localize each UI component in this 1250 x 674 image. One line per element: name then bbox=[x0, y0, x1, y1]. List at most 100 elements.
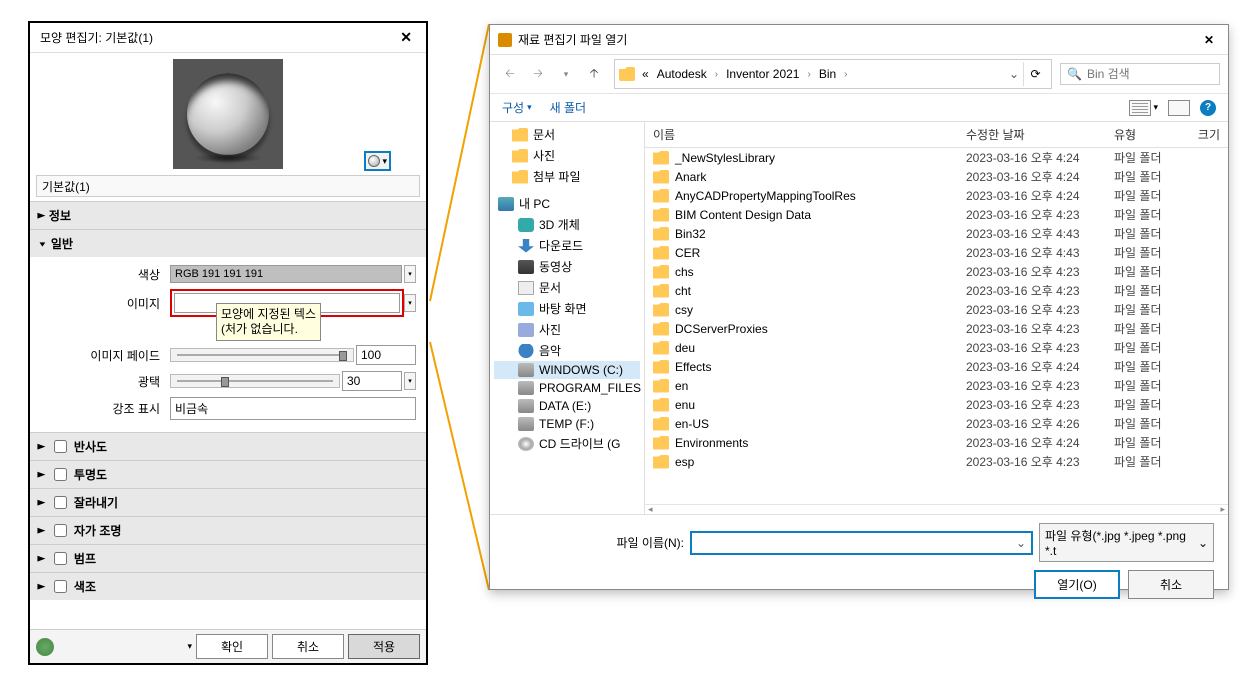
search-input[interactable] bbox=[1087, 67, 1213, 81]
nav-up[interactable]: 🡡 bbox=[582, 62, 606, 86]
tree-node[interactable]: 바탕 화면 bbox=[494, 298, 640, 319]
close-button[interactable]: ✕ bbox=[396, 29, 416, 46]
filename-label: 파일 이름(N): bbox=[504, 534, 684, 551]
section-selfillum[interactable]: ▶자가 조명 bbox=[30, 517, 426, 544]
dlg-cancel-button[interactable]: 취소 bbox=[1128, 570, 1214, 599]
address-bar[interactable]: « Autodesk› Inventor 2021› Bin› ⌄ ⟳ bbox=[614, 59, 1052, 89]
nav-back[interactable]: 🡠 bbox=[498, 62, 522, 86]
file-date: 2023-03-16 오후 4:23 bbox=[958, 206, 1106, 223]
tree-node[interactable]: TEMP (F:) bbox=[494, 415, 640, 433]
section-cutout[interactable]: ▶잘라내기 bbox=[30, 489, 426, 516]
color-swatch[interactable]: RGB 191 191 191 bbox=[170, 265, 402, 283]
filename-dropdown[interactable]: ⌄ bbox=[1010, 536, 1026, 550]
title: 모양 편집기: 기본값(1) bbox=[40, 29, 153, 46]
section-reflectivity[interactable]: ▶반사도 bbox=[30, 433, 426, 460]
tree-node[interactable]: WINDOWS (C:) bbox=[494, 361, 640, 379]
horizontal-scrollbar[interactable] bbox=[645, 504, 1228, 514]
section-info[interactable]: ▶정보 bbox=[30, 202, 426, 229]
file-list-body[interactable]: _NewStylesLibrary2023-03-16 오후 4:24파일 폴더… bbox=[645, 148, 1228, 504]
file-row[interactable]: Anark2023-03-16 오후 4:24파일 폴더 bbox=[645, 167, 1228, 186]
file-row[interactable]: Effects2023-03-16 오후 4:24파일 폴더 bbox=[645, 357, 1228, 376]
col-size[interactable]: 크기 bbox=[1186, 126, 1228, 143]
organize-button[interactable]: 구성▾ bbox=[502, 99, 532, 116]
file-row[interactable]: Bin322023-03-16 오후 4:43파일 폴더 bbox=[645, 224, 1228, 243]
search-box[interactable]: 🔍 bbox=[1060, 63, 1220, 85]
col-name[interactable]: 이름 bbox=[645, 126, 958, 143]
file-row[interactable]: en-US2023-03-16 오후 4:26파일 폴더 bbox=[645, 414, 1228, 433]
open-button[interactable]: 열기(O) bbox=[1034, 570, 1120, 599]
tree-node[interactable]: 사진 bbox=[494, 145, 640, 166]
section-general[interactable]: ▼일반 bbox=[30, 230, 426, 257]
ok-button[interactable]: 확인 bbox=[196, 634, 268, 659]
section-bump[interactable]: ▶범프 bbox=[30, 545, 426, 572]
file-row[interactable]: AnyCADPropertyMappingToolRes2023-03-16 오… bbox=[645, 186, 1228, 205]
appearance-name-input[interactable] bbox=[36, 175, 420, 197]
preview-pane-icon[interactable] bbox=[1168, 100, 1190, 116]
preview-mode-selector[interactable]: ▾ bbox=[364, 151, 391, 171]
gloss-value[interactable] bbox=[342, 371, 402, 391]
reflectivity-checkbox[interactable] bbox=[54, 440, 67, 453]
tree-node[interactable]: 문서 bbox=[494, 277, 640, 298]
file-row[interactable]: en2023-03-16 오후 4:23파일 폴더 bbox=[645, 376, 1228, 395]
file-row[interactable]: chs2023-03-16 오후 4:23파일 폴더 bbox=[645, 262, 1228, 281]
fade-value[interactable] bbox=[356, 345, 416, 365]
apply-button[interactable]: 적용 bbox=[348, 634, 420, 659]
cutout-checkbox[interactable] bbox=[54, 496, 67, 509]
file-open-dialog: 재료 편집기 파일 열기 ✕ 🡠 🡢 ▾ 🡡 « Autodesk› Inven… bbox=[489, 24, 1229, 590]
tree-node[interactable]: 사진 bbox=[494, 319, 640, 340]
gear-icon[interactable] bbox=[36, 638, 54, 656]
breadcrumb[interactable]: « Autodesk› Inventor 2021› Bin› bbox=[639, 67, 851, 81]
tree-node[interactable]: DATA (E:) bbox=[494, 397, 640, 415]
file-row[interactable]: BIM Content Design Data2023-03-16 오후 4:2… bbox=[645, 205, 1228, 224]
tree-node[interactable]: 문서 bbox=[494, 124, 640, 145]
tree-node[interactable]: 첨부 파일 bbox=[494, 166, 640, 187]
address-dropdown[interactable]: ⌄ bbox=[1005, 67, 1023, 81]
file-row[interactable]: _NewStylesLibrary2023-03-16 오후 4:24파일 폴더 bbox=[645, 148, 1228, 167]
gloss-slider[interactable] bbox=[170, 374, 340, 388]
view-icon[interactable] bbox=[1129, 100, 1151, 116]
tree-node[interactable]: 3D 개체 bbox=[494, 214, 640, 235]
file-row[interactable]: DCServerProxies2023-03-16 오후 4:23파일 폴더 bbox=[645, 319, 1228, 338]
gloss-dropdown[interactable]: ▾ bbox=[404, 372, 416, 390]
filename-input-wrap[interactable]: ⌄ bbox=[690, 531, 1033, 555]
tint-checkbox[interactable] bbox=[54, 580, 67, 593]
file-row[interactable]: CER2023-03-16 오후 4:43파일 폴더 bbox=[645, 243, 1228, 262]
file-row[interactable]: cht2023-03-16 오후 4:23파일 폴더 bbox=[645, 281, 1228, 300]
selfillum-checkbox[interactable] bbox=[54, 524, 67, 537]
tree-node[interactable]: CD 드라이브 (G bbox=[494, 433, 640, 454]
image-dropdown[interactable]: ▾ bbox=[404, 294, 416, 312]
file-row[interactable]: deu2023-03-16 오후 4:23파일 폴더 bbox=[645, 338, 1228, 357]
nav-recent-dropdown[interactable]: ▾ bbox=[554, 62, 578, 86]
tree-node[interactable]: 내 PC bbox=[494, 193, 640, 214]
nav-tree[interactable]: 문서사진첨부 파일내 PC3D 개체다운로드동영상문서바탕 화면사진음악WIND… bbox=[490, 122, 645, 514]
col-date[interactable]: 수정한 날짜 bbox=[958, 126, 1106, 143]
filetype-filter[interactable]: 파일 유형(*.jpg *.jpeg *.png *.t ⌄ bbox=[1039, 523, 1214, 562]
transparency-checkbox[interactable] bbox=[54, 468, 67, 481]
dialog-close-button[interactable]: ✕ bbox=[1198, 33, 1220, 47]
file-row[interactable]: esp2023-03-16 오후 4:23파일 폴더 bbox=[645, 452, 1228, 471]
file-row[interactable]: enu2023-03-16 오후 4:23파일 폴더 bbox=[645, 395, 1228, 414]
bump-checkbox[interactable] bbox=[54, 552, 67, 565]
section-tint[interactable]: ▶색조 bbox=[30, 573, 426, 600]
file-row[interactable]: Environments2023-03-16 오후 4:24파일 폴더 bbox=[645, 433, 1228, 452]
color-dropdown[interactable]: ▾ bbox=[404, 265, 416, 283]
tree-node[interactable]: PROGRAM_FILES bbox=[494, 379, 640, 397]
cancel-button[interactable]: 취소 bbox=[272, 634, 344, 659]
file-list: 이름 수정한 날짜 유형 크기 _NewStylesLibrary2023-03… bbox=[645, 122, 1228, 514]
highlight-select[interactable]: 비금속 bbox=[170, 397, 416, 420]
fade-slider[interactable] bbox=[170, 348, 354, 362]
tree-node[interactable]: 음악 bbox=[494, 340, 640, 361]
col-type[interactable]: 유형 bbox=[1106, 126, 1186, 143]
nav-forward[interactable]: 🡢 bbox=[526, 62, 550, 86]
file-row[interactable]: csy2023-03-16 오후 4:23파일 폴더 bbox=[645, 300, 1228, 319]
file-list-header[interactable]: 이름 수정한 날짜 유형 크기 bbox=[645, 122, 1228, 148]
tree-label: DATA (E:) bbox=[539, 399, 591, 413]
newfolder-button[interactable]: 새 폴더 bbox=[550, 99, 586, 116]
refresh-button[interactable]: ⟳ bbox=[1023, 62, 1047, 86]
tree-node[interactable]: 동영상 bbox=[494, 256, 640, 277]
section-transparency[interactable]: ▶투명도 bbox=[30, 461, 426, 488]
tree-icon bbox=[518, 399, 534, 413]
filename-input[interactable] bbox=[697, 536, 1010, 550]
tree-node[interactable]: 다운로드 bbox=[494, 235, 640, 256]
help-icon[interactable]: ? bbox=[1200, 100, 1216, 116]
